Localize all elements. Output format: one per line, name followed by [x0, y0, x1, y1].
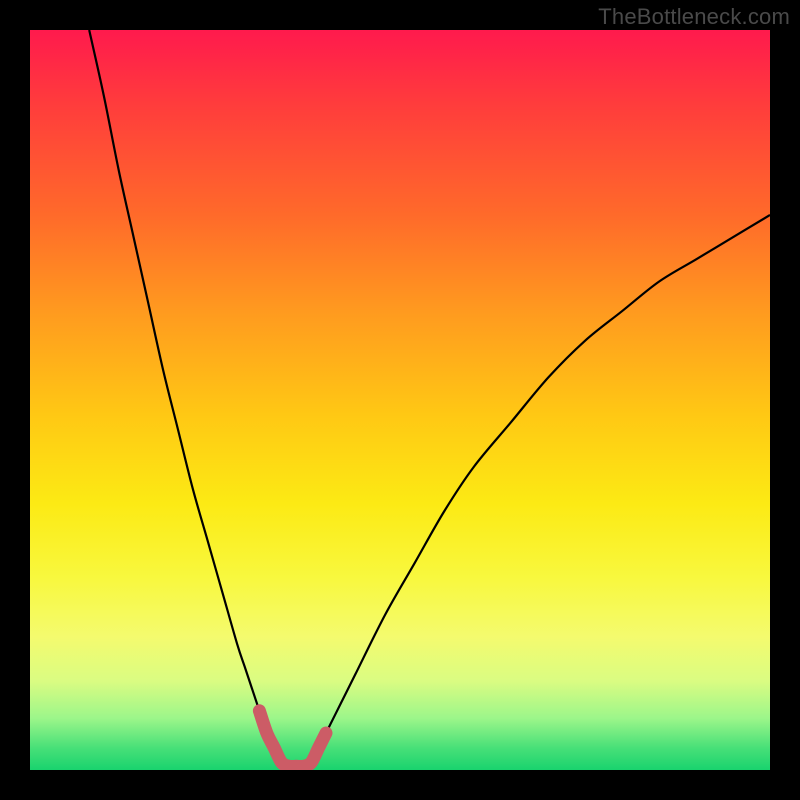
watermark-text: TheBottleneck.com: [598, 4, 790, 30]
curve-layer: [30, 30, 770, 770]
left-branch-path: [89, 30, 281, 763]
right-branch-path: [311, 215, 770, 763]
curve-group: [89, 30, 770, 767]
chart-frame: TheBottleneck.com: [0, 0, 800, 800]
marker-path: [259, 711, 326, 767]
plot-area: [30, 30, 770, 770]
